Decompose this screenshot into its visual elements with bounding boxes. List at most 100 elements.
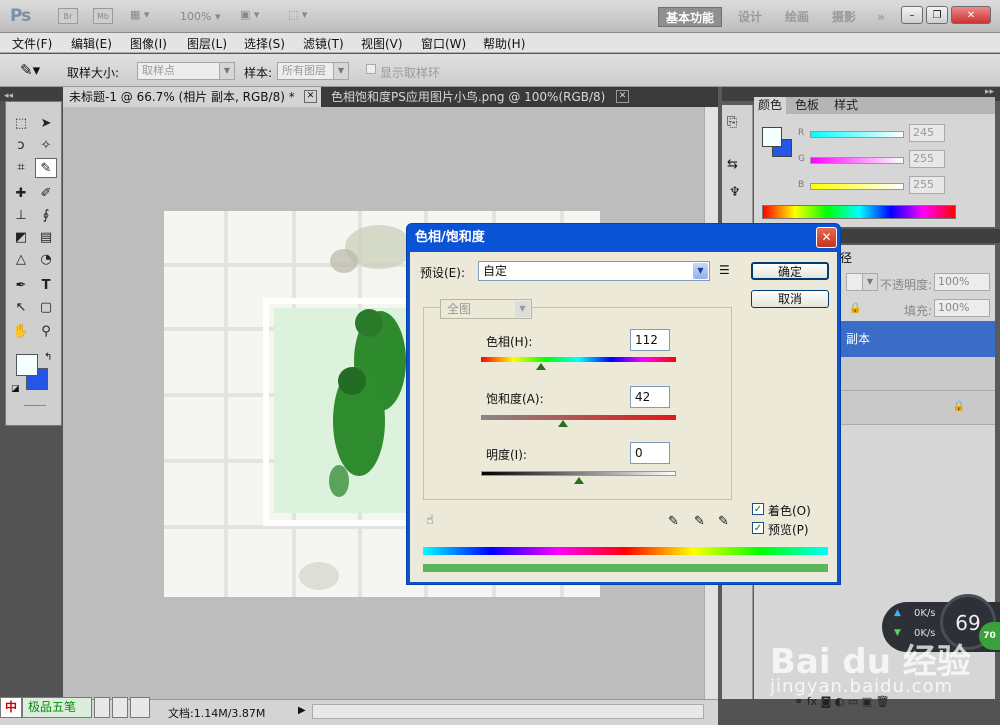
- hand-tool-icon[interactable]: ✋: [10, 322, 32, 342]
- menu-image[interactable]: 图像(I): [130, 35, 167, 52]
- saturation-input[interactable]: 42: [630, 386, 670, 408]
- channel-b-input[interactable]: 255: [909, 176, 945, 194]
- sample-layers-select[interactable]: 所有图层 ▼: [277, 62, 349, 80]
- menu-file[interactable]: 文件(F): [12, 35, 52, 52]
- sample-size-select[interactable]: 取样点 ▼: [137, 62, 235, 80]
- tab-swatches[interactable]: 色板: [791, 97, 823, 114]
- shape-tool-icon[interactable]: ▢: [35, 298, 57, 318]
- quick-select-icon[interactable]: ✧: [35, 136, 57, 156]
- channel-select[interactable]: 全图 ▼: [440, 299, 532, 319]
- cancel-button[interactable]: 取消: [751, 290, 829, 308]
- doc-info[interactable]: 文档:1.14M/3.87M: [168, 705, 265, 721]
- preview-checkbox[interactable]: ✓: [752, 522, 764, 534]
- ime-name[interactable]: 极品五笔: [22, 697, 92, 718]
- close-icon[interactable]: ✕: [951, 6, 991, 24]
- on-image-adjust-icon[interactable]: ☝: [426, 513, 434, 528]
- eyedropper-plus-icon[interactable]: ✎: [694, 514, 705, 529]
- stamp-tool-icon[interactable]: ⊥: [10, 206, 32, 226]
- channel-r-slider[interactable]: [810, 131, 904, 138]
- menu-help[interactable]: 帮助(H): [483, 35, 525, 52]
- ime-option-1[interactable]: [94, 697, 110, 718]
- tab-color[interactable]: 颜色: [754, 97, 787, 114]
- bridge-icon[interactable]: Br: [58, 8, 78, 24]
- close-icon[interactable]: ✕: [816, 227, 837, 248]
- paths-tab[interactable]: 径: [840, 249, 852, 266]
- mini-bridge-icon[interactable]: Mb: [93, 8, 113, 24]
- history-brush-icon[interactable]: ∮: [35, 206, 57, 226]
- zoom-tool-icon[interactable]: ⚲: [35, 322, 57, 342]
- preset-select[interactable]: 自定 ▼: [478, 261, 710, 281]
- default-colors-icon[interactable]: ◪: [11, 384, 20, 394]
- swap-colors-icon[interactable]: ↰: [44, 352, 52, 363]
- menu-view[interactable]: 视图(V): [361, 35, 403, 52]
- ime-option-2[interactable]: [112, 697, 128, 718]
- dodge-tool-icon[interactable]: ◔: [35, 250, 57, 270]
- preset-options-icon[interactable]: ☰: [719, 263, 730, 277]
- pen-tool-icon[interactable]: ✒: [10, 276, 32, 296]
- status-arrow-icon[interactable]: ▶: [298, 705, 306, 716]
- eyedropper-tool-icon[interactable]: ✎: [35, 158, 57, 178]
- lightness-slider-thumb[interactable]: [573, 477, 584, 484]
- more-workspaces-icon[interactable]: »: [870, 7, 892, 27]
- ime-option-3[interactable]: [130, 697, 150, 718]
- foreground-color-top[interactable]: [16, 354, 38, 376]
- tab-styles[interactable]: 样式: [830, 97, 862, 114]
- workspace-painting[interactable]: 绘画: [780, 7, 814, 27]
- ime-mode-icon[interactable]: 中: [0, 697, 22, 718]
- hue-slider-thumb[interactable]: [536, 363, 547, 370]
- color-spectrum-ramp[interactable]: [762, 205, 956, 219]
- lock-icon[interactable]: 🔒: [849, 303, 861, 314]
- arrange-docs-dropdown[interactable]: ▣ ▾: [240, 8, 259, 26]
- close-icon[interactable]: ✕: [304, 90, 317, 103]
- menu-layer[interactable]: 图层(L): [187, 35, 227, 52]
- saturation-slider-thumb[interactable]: [557, 420, 568, 427]
- healing-brush-icon[interactable]: ✚: [10, 184, 32, 204]
- menu-window[interactable]: 窗口(W): [421, 35, 466, 52]
- close-icon[interactable]: ✕: [616, 90, 629, 103]
- menu-edit[interactable]: 编辑(E): [71, 35, 112, 52]
- zoom-level-dropdown[interactable]: 100% ▾: [180, 10, 220, 28]
- tab-bird-png[interactable]: 色相饱和度PS应用图片小鸟.png @ 100%(RGB/8) ✕: [325, 87, 633, 107]
- channel-r-input[interactable]: 245: [909, 124, 945, 142]
- horizontal-scrollbar[interactable]: [312, 704, 704, 719]
- layer-row-background[interactable]: 🔒: [840, 391, 995, 425]
- workspace-photography[interactable]: 摄影: [827, 7, 861, 27]
- type-tool-icon[interactable]: T: [35, 276, 57, 296]
- layer-row[interactable]: [840, 357, 995, 391]
- crop-tool-icon[interactable]: ⌗: [10, 158, 32, 178]
- eraser-tool-icon[interactable]: ◩: [10, 228, 32, 248]
- move-tool-icon[interactable]: ➤: [35, 114, 57, 134]
- brush-tool-icon[interactable]: ✐: [35, 184, 57, 204]
- hue-slider-track[interactable]: [481, 357, 676, 362]
- lightness-input[interactable]: 0: [630, 442, 670, 464]
- show-ring-checkbox[interactable]: [366, 64, 376, 74]
- screen-mode-dropdown[interactable]: ⬚ ▾: [288, 8, 307, 26]
- lasso-tool-icon[interactable]: ↄ: [10, 136, 32, 156]
- channel-g-input[interactable]: 255: [909, 150, 945, 168]
- view-extras-dropdown[interactable]: ▦ ▾: [130, 8, 149, 26]
- dialog-title[interactable]: 色相/饱和度: [407, 224, 840, 252]
- blend-mode-select[interactable]: ▼: [846, 273, 878, 291]
- styles-panel-icon[interactable]: ♆: [729, 185, 741, 200]
- layer-row-selected[interactable]: 副本: [840, 321, 995, 357]
- workspace-design[interactable]: 设计: [733, 7, 767, 27]
- restore-icon[interactable]: ❐: [926, 6, 948, 24]
- gradient-tool-icon[interactable]: ▤: [35, 228, 57, 248]
- eyedropper-icon[interactable]: ✎▾: [20, 61, 40, 79]
- hue-input[interactable]: 112: [630, 329, 670, 351]
- channel-b-slider[interactable]: [810, 183, 904, 190]
- menu-filter[interactable]: 滤镜(T): [303, 35, 344, 52]
- adjustments-panel-icon[interactable]: ⇆: [727, 157, 738, 172]
- menu-select[interactable]: 选择(S): [244, 35, 285, 52]
- saturation-slider-track[interactable]: [481, 415, 676, 420]
- eyedropper-icon[interactable]: ✎: [668, 514, 679, 529]
- eyedropper-minus-icon[interactable]: ✎: [718, 514, 729, 529]
- history-panel-icon[interactable]: ⎘: [727, 115, 737, 130]
- workspace-essentials[interactable]: 基本功能: [658, 7, 722, 27]
- channel-g-slider[interactable]: [810, 157, 904, 164]
- marquee-tool-icon[interactable]: ⬚: [10, 114, 32, 134]
- lightness-slider-track[interactable]: [481, 471, 676, 476]
- opacity-input[interactable]: 100%: [934, 273, 990, 291]
- tab-untitled-1[interactable]: 未标题-1 @ 66.7% (相片 副本, RGB/8) * ✕: [63, 87, 321, 107]
- colorize-checkbox[interactable]: ✓: [752, 503, 764, 515]
